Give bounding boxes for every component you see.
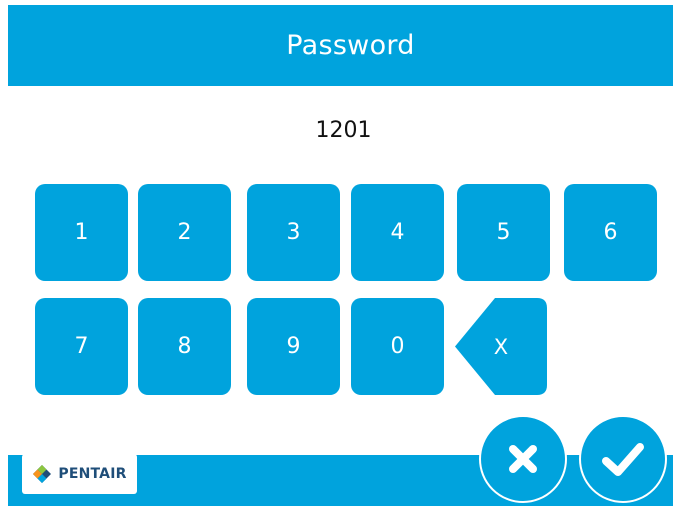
keypad-key-1[interactable]: 1 — [35, 184, 128, 281]
close-icon — [509, 445, 537, 473]
page-title: Password — [286, 30, 415, 61]
keypad-key-9[interactable]: 9 — [247, 298, 340, 395]
keypad-key-6[interactable]: 6 — [564, 184, 657, 281]
keypad-key-7[interactable]: 7 — [35, 298, 128, 395]
keypad-key-8[interactable]: 8 — [138, 298, 231, 395]
password-screen: Password 1201 1 2 3 4 5 6 7 8 9 0 X PENT… — [0, 0, 673, 506]
keypad-key-3[interactable]: 3 — [247, 184, 340, 281]
keypad-key-0[interactable]: 0 — [351, 298, 444, 395]
keypad-key-4[interactable]: 4 — [351, 184, 444, 281]
pentair-logo-icon — [33, 465, 52, 483]
pentair-logo: PENTAIR — [22, 454, 137, 494]
checkmark-icon — [602, 443, 644, 476]
logo-text: PENTAIR — [58, 466, 127, 482]
backspace-label: X — [493, 334, 509, 359]
keypad-key-5[interactable]: 5 — [457, 184, 550, 281]
password-entry-display: 1201 — [315, 118, 372, 143]
cancel-button[interactable] — [479, 415, 567, 503]
header-bar: Password — [8, 5, 673, 86]
backspace-button[interactable]: X — [455, 298, 547, 395]
keypad-key-2[interactable]: 2 — [138, 184, 231, 281]
confirm-button[interactable] — [579, 415, 667, 503]
